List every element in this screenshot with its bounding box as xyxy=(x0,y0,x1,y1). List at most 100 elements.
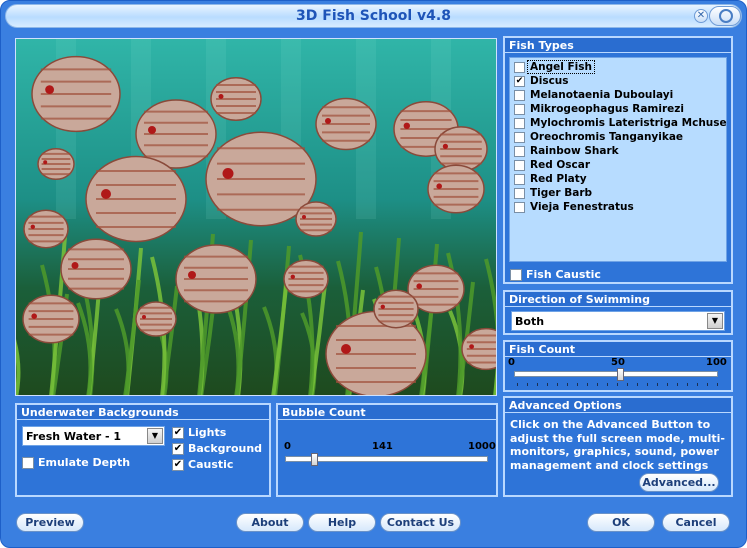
lights-box[interactable]: ✔ xyxy=(172,427,184,439)
lights-label: Lights xyxy=(188,426,227,439)
fish-count-tick xyxy=(607,383,608,386)
fish-type-checkbox[interactable] xyxy=(514,118,525,129)
title-bar[interactable]: 3D Fish School v4.8 ✕ xyxy=(5,4,742,28)
fish-type-item[interactable]: ✔ Discus xyxy=(514,75,728,88)
fish-type-checkbox[interactable] xyxy=(514,202,525,213)
cancel-button[interactable]: Cancel xyxy=(662,513,730,532)
fish-type-checkbox[interactable] xyxy=(514,132,525,143)
fish-count-tick xyxy=(557,383,558,386)
close-icon[interactable]: ✕ xyxy=(694,9,708,23)
background-box[interactable]: ✔ xyxy=(172,443,184,455)
fish-eye xyxy=(30,224,35,229)
fish-eye xyxy=(290,274,295,279)
fish-type-checkbox[interactable] xyxy=(514,104,525,115)
fish-eye xyxy=(45,85,54,94)
fish-type-label: Angel Fish xyxy=(527,60,595,74)
fish-count-tick xyxy=(517,383,518,386)
fish-type-label: Mylochromis Lateristriga Mchuse xyxy=(530,117,727,129)
fish-type-checkbox[interactable] xyxy=(514,146,525,157)
power-icon[interactable] xyxy=(709,6,741,26)
fish-type-item[interactable]: Red Oscar xyxy=(514,159,728,172)
fish-type-checkbox[interactable] xyxy=(514,160,525,171)
fish-type-item[interactable]: Mikrogeophagus Ramirezi xyxy=(514,103,728,116)
aquarium-preview xyxy=(15,38,497,396)
chevron-down-icon[interactable]: ▼ xyxy=(707,313,723,329)
fish-type-checkbox[interactable] xyxy=(514,174,525,185)
fish-type-checkbox[interactable] xyxy=(514,90,525,101)
fish-eye xyxy=(31,313,37,320)
fish-type-checkbox[interactable] xyxy=(514,62,525,73)
fish-caustic-box[interactable] xyxy=(510,269,522,281)
fish-eye xyxy=(71,262,79,269)
plant-leaf xyxy=(16,339,21,395)
ok-button[interactable]: OK xyxy=(587,513,655,532)
fish-count-panel: Fish Count 0 50 100 xyxy=(503,340,733,392)
bubble-count-mid: 141 xyxy=(372,441,393,452)
fish-count-tick xyxy=(707,383,708,386)
window-title: 3D Fish School v4.8 xyxy=(296,8,451,24)
fish-eye xyxy=(325,118,331,124)
fish-type-item[interactable]: Vieja Fenestratus xyxy=(514,201,728,214)
fish-eye xyxy=(380,304,385,309)
fish-type-item[interactable]: Rainbow Shark xyxy=(514,145,728,158)
fish-eye xyxy=(436,183,443,189)
direction-panel: Direction of Swimming Both ▼ xyxy=(503,290,733,335)
fish-count-tick xyxy=(627,383,628,386)
fish-types-list[interactable]: Angel Fish ✔ Discus Melanotaenia Duboulayi M… xyxy=(509,57,727,262)
fish-caustic-label: Fish Caustic xyxy=(526,268,601,281)
fish-type-label: Oreochromis Tanganyikae xyxy=(530,131,684,143)
fish-type-item[interactable]: Melanotaenia Duboulayi xyxy=(514,89,728,102)
fish-count-title: Fish Count xyxy=(505,342,731,357)
bubble-count-slider-thumb[interactable] xyxy=(310,453,318,466)
background-label: Background xyxy=(188,442,263,455)
fish-type-label: Tiger Barb xyxy=(530,187,593,199)
fish-eye xyxy=(469,344,474,349)
bubble-count-panel: Bubble Count 0 141 1000 xyxy=(276,403,498,497)
fish-count-tick xyxy=(717,383,718,386)
direction-value: Both xyxy=(515,315,545,328)
fish-count-tick xyxy=(587,383,588,386)
fish-type-item[interactable]: Mylochromis Lateristriga Mchuse xyxy=(514,117,728,130)
fish-eye xyxy=(101,189,111,199)
advanced-button[interactable]: Advanced... xyxy=(639,473,719,492)
fish-count-tick xyxy=(527,383,528,386)
about-button[interactable]: About xyxy=(236,513,304,532)
help-button[interactable]: Help xyxy=(308,513,376,532)
fish-count-track[interactable] xyxy=(514,371,718,377)
background-value: Fresh Water - 1 xyxy=(26,430,122,443)
fish-count-tick xyxy=(697,383,698,386)
chevron-down-icon[interactable]: ▼ xyxy=(147,428,163,444)
fish-type-item[interactable]: Angel Fish xyxy=(514,60,728,74)
fish-count-tick xyxy=(657,383,658,386)
fish-eye xyxy=(142,315,146,319)
fish-type-item[interactable]: Tiger Barb xyxy=(514,187,728,200)
contact-us-button[interactable]: Contact Us xyxy=(380,513,461,532)
backgrounds-title: Underwater Backgrounds xyxy=(17,405,269,420)
fish-count-tick xyxy=(687,383,688,386)
fish-type-checkbox[interactable] xyxy=(514,188,525,199)
fish-count-tick xyxy=(547,383,548,386)
caustic-box[interactable]: ✔ xyxy=(172,459,184,471)
fish-count-tick xyxy=(637,383,638,386)
fish-count-slider-thumb[interactable] xyxy=(617,368,625,381)
preview-button[interactable]: Preview xyxy=(16,513,84,532)
plant-leaf xyxy=(123,279,141,395)
emulate-depth-label: Emulate Depth xyxy=(38,456,131,469)
fish-count-tick xyxy=(647,383,648,386)
background-select[interactable]: Fresh Water - 1 ▼ xyxy=(22,426,165,446)
aquarium-scene-image xyxy=(16,39,496,395)
fish-eye xyxy=(148,126,156,134)
emulate-depth-box[interactable] xyxy=(22,457,34,469)
fish-eye xyxy=(188,271,196,279)
bubble-count-max: 1000 xyxy=(468,441,496,452)
fish-type-checkbox[interactable]: ✔ xyxy=(514,76,525,87)
fish-eye xyxy=(403,122,410,129)
fish-type-item[interactable]: Red Platy xyxy=(514,173,728,186)
fish-count-tick xyxy=(577,383,578,386)
direction-select[interactable]: Both ▼ xyxy=(511,311,725,331)
fish-count-max: 100 xyxy=(706,357,727,368)
fish-type-item[interactable]: Oreochromis Tanganyikae xyxy=(514,131,728,144)
fish-eye xyxy=(43,160,48,165)
fish-type-label: Discus xyxy=(530,75,569,87)
advanced-title: Advanced Options xyxy=(505,398,731,413)
